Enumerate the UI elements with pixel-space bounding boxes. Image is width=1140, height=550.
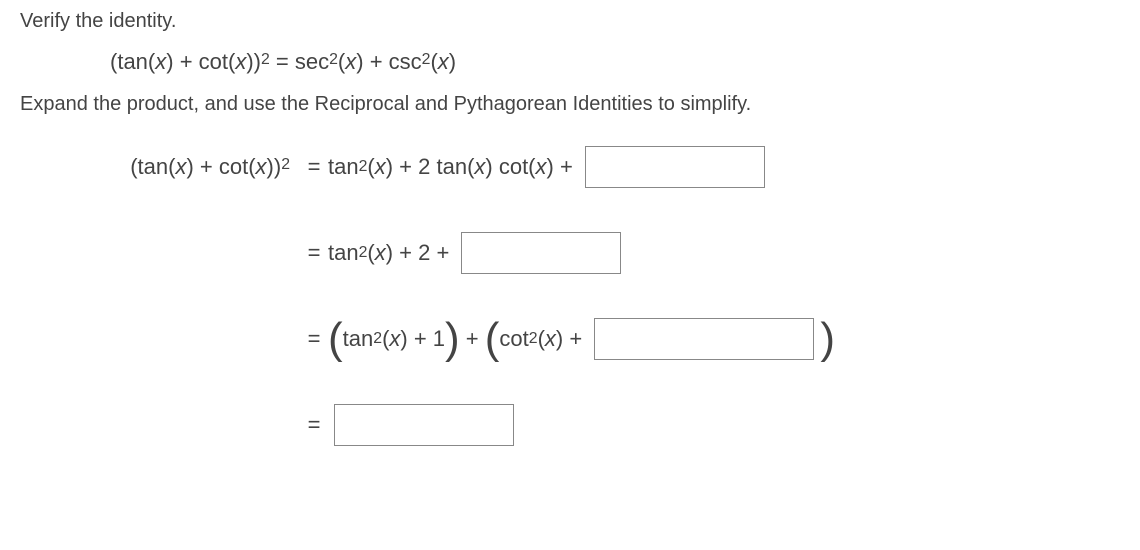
sup: 2: [261, 51, 270, 68]
txt: ) +: [547, 154, 579, 180]
txt: ) +: [556, 326, 588, 352]
txt: ) + cot(: [166, 49, 235, 74]
identity-expression: (tan(x) + cot(x))2 = sec2(x) + csc2(x): [20, 49, 1120, 75]
sup: 2: [373, 330, 382, 348]
txt: ) + 2 tan(: [386, 154, 475, 180]
txt: (tan(: [130, 154, 175, 179]
txt: (: [538, 326, 545, 352]
step-rhs: [328, 404, 520, 446]
answer-blank-3[interactable]: [594, 318, 814, 360]
var-x: x: [345, 49, 356, 74]
instruction-line-1: Verify the identity.: [20, 10, 1120, 33]
var-x: x: [474, 154, 485, 180]
answer-blank-1[interactable]: [585, 146, 765, 188]
step-row-3: = ( tan2(x) + 1 ) + ( cot2(x) + ): [20, 318, 1120, 360]
var-x: x: [155, 49, 166, 74]
txt: tan: [343, 326, 374, 352]
var-x: x: [545, 326, 556, 352]
txt: = sec: [270, 49, 329, 74]
txt: cot: [499, 326, 528, 352]
problem-container: Verify the identity. (tan(x) + cot(x))2 …: [0, 0, 1140, 500]
var-x: x: [375, 240, 386, 266]
step-rhs: tan2(x) + 2 tan(x) cot(x) +: [328, 146, 771, 188]
step-row-2: = tan2(x) + 2 +: [20, 232, 1120, 274]
txt: )): [267, 154, 282, 179]
txt: ) + 2 +: [386, 240, 456, 266]
sup: 2: [359, 158, 368, 176]
txt: ) + csc: [356, 49, 421, 74]
step-row-4: =: [20, 404, 1120, 446]
var-x: x: [256, 154, 267, 179]
txt: ): [449, 49, 456, 74]
equals-sign: =: [300, 240, 328, 266]
txt: +: [460, 326, 485, 352]
txt: (tan(: [110, 49, 155, 74]
answer-blank-2[interactable]: [461, 232, 621, 274]
txt: tan: [328, 154, 359, 180]
step-lhs: (tan(x) + cot(x))2: [20, 154, 300, 180]
equals-sign: =: [300, 326, 328, 352]
var-x: x: [175, 154, 186, 179]
txt: tan: [328, 240, 359, 266]
txt: ) + 1: [400, 326, 445, 352]
txt: ) cot(: [485, 154, 535, 180]
txt: )): [246, 49, 261, 74]
var-x: x: [438, 49, 449, 74]
step-rhs: tan2(x) + 2 +: [328, 232, 627, 274]
var-x: x: [375, 154, 386, 180]
sup: 2: [281, 156, 290, 173]
txt: (: [367, 240, 374, 266]
sup: 2: [359, 244, 368, 262]
txt: (: [430, 49, 437, 74]
var-x: x: [389, 326, 400, 352]
txt: (: [367, 154, 374, 180]
equals-sign: =: [300, 412, 328, 438]
step-rhs: ( tan2(x) + 1 ) + ( cot2(x) + ): [328, 318, 835, 360]
equals-sign: =: [300, 154, 328, 180]
sup: 2: [329, 51, 338, 68]
var-x: x: [235, 49, 246, 74]
instruction-line-2: Expand the product, and use the Reciproc…: [20, 93, 1120, 116]
var-x: x: [536, 154, 547, 180]
txt: ) + cot(: [186, 154, 255, 179]
step-row-1: (tan(x) + cot(x))2 = tan2(x) + 2 tan(x) …: [20, 146, 1120, 188]
sup: 2: [529, 330, 538, 348]
answer-blank-4[interactable]: [334, 404, 514, 446]
